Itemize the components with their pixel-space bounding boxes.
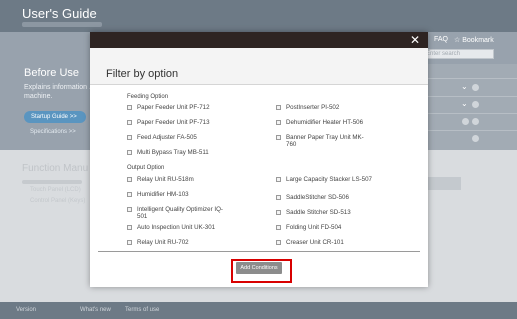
checkbox[interactable]	[276, 210, 281, 215]
option-checkbox-row[interactable]: SaddleStitcher SD-506	[276, 194, 374, 201]
option-checkbox-row[interactable]: Large Capacity Stacker LS-507	[276, 176, 374, 183]
footer-version: Version	[16, 307, 37, 313]
footer-terms-link[interactable]: Terms of use	[125, 307, 159, 313]
checkbox[interactable]	[276, 240, 281, 245]
settings-icon[interactable]	[462, 118, 469, 125]
option-label: Dehumidifier Heater HT-506	[286, 119, 364, 126]
chevron-down-icon[interactable]: ⌄	[461, 82, 468, 91]
checkbox[interactable]	[127, 207, 132, 212]
info-icon[interactable]	[472, 118, 479, 125]
checkbox[interactable]	[276, 120, 281, 125]
function-manual-heading: Function Manu	[22, 163, 89, 174]
footer-whats-new-link[interactable]: What's new	[80, 307, 111, 313]
option-checkbox-row[interactable]: Humidifier HM-103	[127, 191, 225, 198]
touch-panel-link[interactable]: Touch Panel (LCD)	[30, 187, 81, 193]
right-panel	[420, 64, 517, 150]
faq-link[interactable]: FAQ	[434, 36, 448, 43]
filter-modal: ✕ Filter by option Feeding Option Output…	[90, 32, 428, 287]
option-checkbox-row[interactable]: Folding Unit FD-504	[276, 224, 374, 231]
option-checkbox-row[interactable]: Saddle Stitcher SD-513	[276, 209, 374, 216]
checkbox[interactable]	[127, 225, 132, 230]
app-title: User's Guide	[22, 6, 97, 21]
checkbox[interactable]	[127, 150, 132, 155]
option-label: Paper Feeder Unit PF-712	[137, 104, 210, 111]
checkbox[interactable]	[276, 135, 281, 140]
startup-guide-button[interactable]: Startup Guide >>	[24, 111, 86, 123]
option-label: Feed Adjuster FA-505	[137, 134, 197, 141]
bookmark-label: Bookmark	[462, 37, 494, 44]
modal-divider	[98, 251, 420, 252]
checkbox[interactable]	[276, 195, 281, 200]
before-use-heading: Before Use	[24, 67, 80, 79]
app-subtitle-blurred	[22, 22, 102, 27]
info-icon[interactable]	[472, 84, 479, 91]
info-icon[interactable]	[472, 135, 479, 142]
option-label: Paper Feeder Unit PF-713	[137, 119, 210, 126]
option-checkbox-row[interactable]: Creaser Unit CR-101	[276, 239, 374, 246]
divider	[420, 130, 517, 131]
checkbox[interactable]	[276, 225, 281, 230]
option-checkbox-row[interactable]: Relay Unit RU-702	[127, 239, 225, 246]
checkbox[interactable]	[127, 240, 132, 245]
option-label: Relay Unit RU-518m	[137, 176, 194, 183]
output-option-label: Output Option	[127, 165, 165, 171]
checkbox[interactable]	[276, 105, 281, 110]
checkbox[interactable]	[276, 177, 281, 182]
option-label: Saddle Stitcher SD-513	[286, 209, 351, 216]
bookmark-link[interactable]: ☆ Bookmark	[454, 36, 494, 44]
option-label: Multi Bypass Tray MB-511	[137, 149, 209, 156]
option-label: Creaser Unit CR-101	[286, 239, 344, 246]
option-checkbox-row[interactable]: Feed Adjuster FA-505	[127, 134, 225, 141]
option-label: PostInserter PI-502	[286, 104, 340, 111]
option-label: SaddleStitcher SD-506	[286, 194, 349, 201]
checkbox[interactable]	[127, 135, 132, 140]
option-checkbox-row[interactable]: Intelligent Quality Optimizer IQ-501	[127, 206, 225, 220]
bookmark-icon: ☆	[454, 37, 463, 44]
option-label: Intelligent Quality Optimizer IQ-501	[137, 206, 223, 220]
checkbox[interactable]	[127, 192, 132, 197]
chevron-down-icon[interactable]: ⌄	[461, 99, 468, 108]
option-label: Auto Inspection Unit UK-301	[137, 224, 216, 231]
feeding-option-label: Feeding Option	[127, 94, 169, 100]
option-label: Relay Unit RU-702	[137, 239, 189, 246]
checkbox[interactable]	[127, 177, 132, 182]
search-input[interactable]: Enter search	[422, 49, 494, 59]
modal-title: Filter by option	[106, 68, 179, 80]
control-panel-link[interactable]: Control Panel (Keys)	[30, 198, 85, 204]
blurred-line	[22, 180, 82, 184]
option-label: Folding Unit FD-504	[286, 224, 342, 231]
divider	[420, 96, 517, 97]
divider	[420, 78, 517, 79]
option-label: Large Capacity Stacker LS-507	[286, 176, 372, 183]
checkbox[interactable]	[127, 105, 132, 110]
option-checkbox-row[interactable]: PostInserter PI-502	[276, 104, 374, 111]
footer	[0, 302, 517, 319]
option-checkbox-row[interactable]: Dehumidifier Heater HT-506	[276, 119, 374, 126]
close-icon[interactable]: ✕	[410, 33, 420, 47]
checkbox[interactable]	[127, 120, 132, 125]
option-checkbox-row[interactable]: Paper Feeder Unit PF-713	[127, 119, 225, 126]
option-checkbox-row[interactable]: Relay Unit RU-518m	[127, 176, 225, 183]
modal-header: Filter by option	[90, 48, 428, 85]
option-checkbox-row[interactable]: Banner Paper Tray Unit MK-760	[276, 134, 374, 148]
modal-title-bar: ✕	[90, 32, 428, 48]
divider	[420, 113, 517, 114]
option-checkbox-row[interactable]: Multi Bypass Tray MB-511	[127, 149, 225, 156]
specifications-link[interactable]: Specifications >>	[30, 129, 76, 135]
add-conditions-button[interactable]: Add Conditions	[236, 262, 282, 274]
option-label: Humidifier HM-103	[137, 191, 189, 198]
option-checkbox-row[interactable]: Paper Feeder Unit PF-712	[127, 104, 225, 111]
option-label: Banner Paper Tray Unit MK-760	[286, 134, 364, 148]
info-icon[interactable]	[472, 101, 479, 108]
option-checkbox-row[interactable]: Auto Inspection Unit UK-301	[127, 224, 225, 231]
